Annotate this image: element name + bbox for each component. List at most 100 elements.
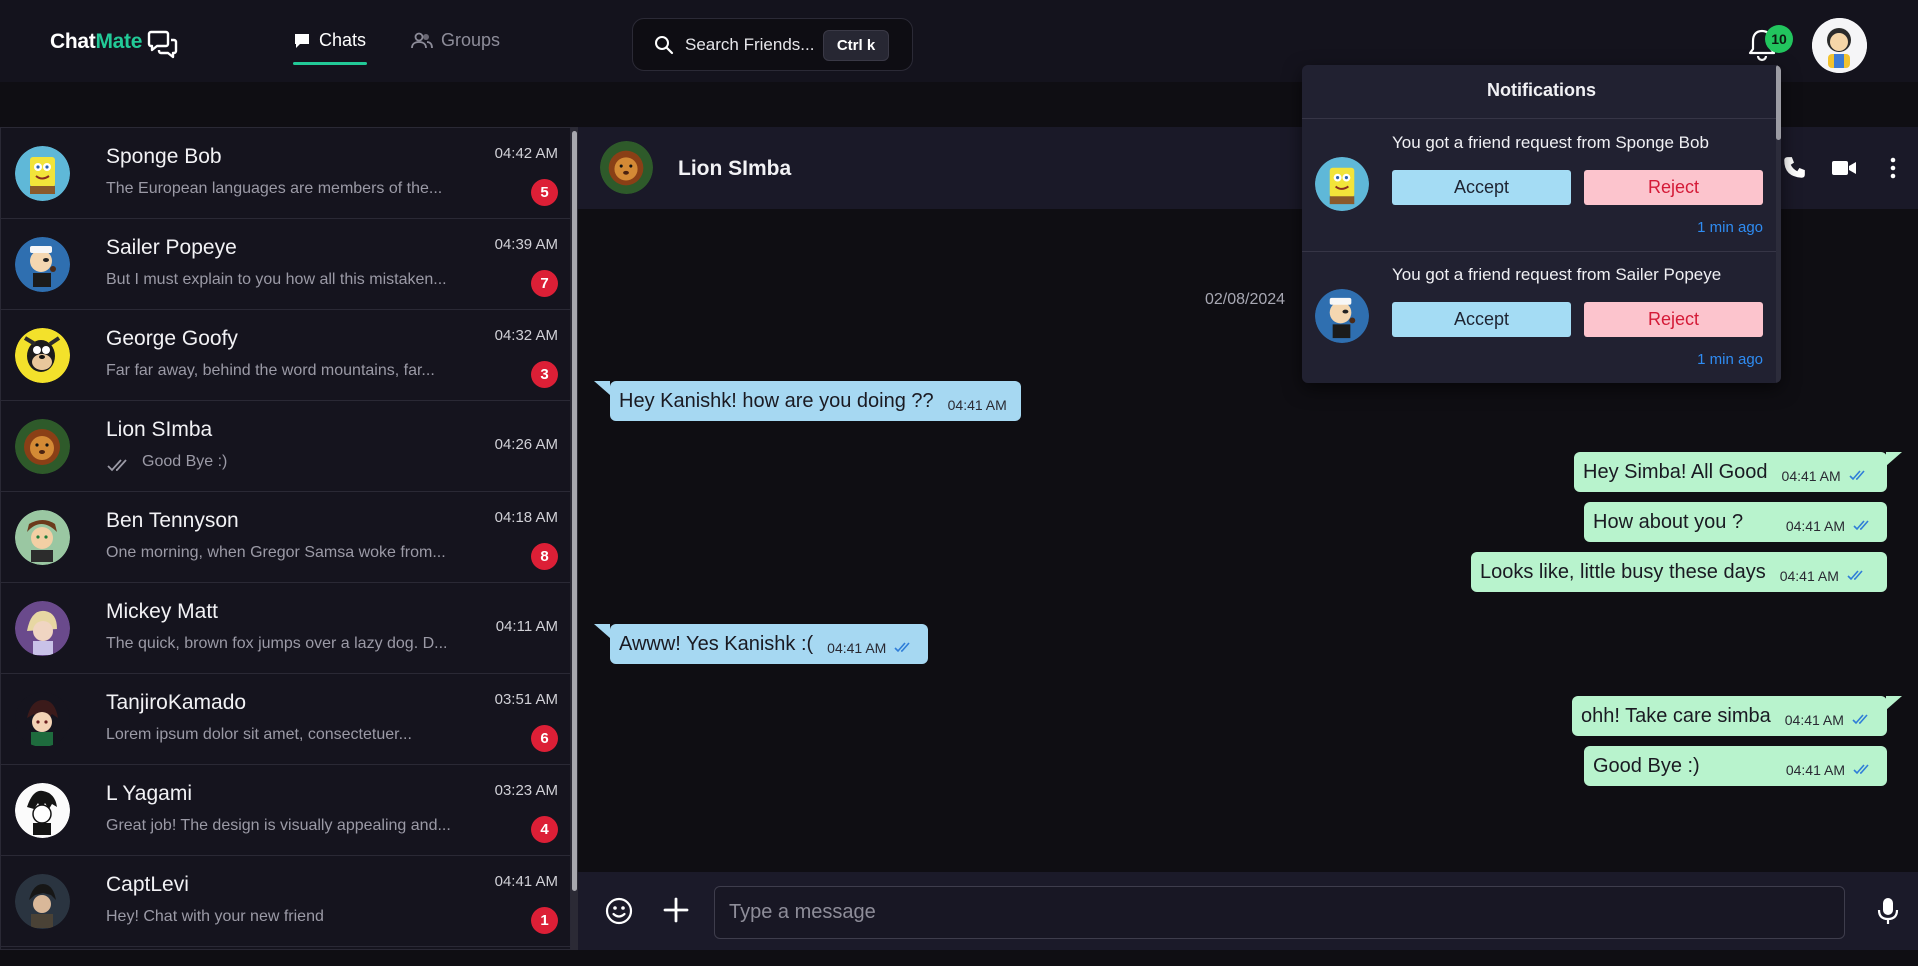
reject-button[interactable]: Reject	[1584, 170, 1763, 205]
chat-list-item[interactable]: Sponge Bob The European languages are me…	[1, 128, 572, 219]
contact-avatar	[15, 146, 70, 201]
notification-count-badge: 10	[1765, 25, 1793, 53]
unread-count-badge: 5	[531, 179, 558, 206]
plus-icon[interactable]	[662, 896, 690, 924]
microphone-icon[interactable]	[1876, 896, 1900, 926]
notification-item: You got a friend request from Sponge Bob…	[1302, 119, 1776, 249]
message-time: 04:41 AM	[947, 397, 1007, 413]
message-time: 04:41 AM	[1779, 568, 1839, 584]
message-time: 04:41 AM	[827, 640, 887, 656]
chat-list-item[interactable]: Ben Tennyson One morning, when Gregor Sa…	[1, 492, 572, 583]
contact-avatar	[15, 874, 70, 929]
page-footer-strip	[0, 950, 1918, 966]
message-input[interactable]	[714, 886, 1845, 939]
double-check-icon	[1852, 714, 1868, 725]
video-camera-icon[interactable]	[1831, 155, 1857, 181]
contact-avatar	[15, 419, 70, 474]
chat-list-item[interactable]: Sailer Popeye But I must explain to you …	[1, 219, 572, 310]
bubble-tail	[594, 624, 610, 638]
chat-list-scrollbar[interactable]	[571, 127, 578, 950]
contact-name: L Yagami	[106, 782, 192, 805]
outgoing-message: How about you ? 04:41 AM	[1584, 502, 1887, 542]
tab-chats[interactable]: Chats	[293, 30, 366, 51]
outgoing-message: Good Bye :) 04:41 AM	[1584, 746, 1887, 786]
last-message-time: 04:26 AM	[494, 436, 558, 453]
last-message-preview: The European languages are members of th…	[106, 180, 443, 197]
contact-avatar	[15, 237, 70, 292]
sender-avatar	[1315, 157, 1369, 211]
incoming-message: Awww! Yes Kanishk :(04:41 AM	[610, 624, 929, 664]
notification-text: You got a friend request from Sailer Pop…	[1392, 265, 1722, 284]
unread-count-badge: 6	[531, 725, 558, 752]
last-message-preview: Far far away, behind the word mountains,…	[106, 362, 435, 379]
unread-count-badge: 8	[531, 543, 558, 570]
contact-name: George Goofy	[106, 327, 238, 350]
reject-button[interactable]: Reject	[1584, 302, 1763, 337]
emoji-icon[interactable]	[604, 896, 634, 926]
bubble-tail	[594, 381, 610, 395]
contact-name: Ben Tennyson	[106, 509, 239, 532]
contact-name: Sponge Bob	[106, 145, 222, 168]
message-time: 04:41 AM	[1785, 762, 1845, 778]
chat-list-item[interactable]: Mickey Matt The quick, brown fox jumps o…	[1, 583, 572, 674]
contact-avatar	[15, 692, 70, 747]
contact-name: CaptLevi	[106, 873, 189, 896]
last-message-preview: Great job! The design is visually appeal…	[106, 817, 451, 834]
accept-button[interactable]: Accept	[1392, 302, 1571, 337]
message-time: 04:41 AM	[1785, 518, 1845, 534]
notification-time: 1 min ago	[1697, 351, 1763, 368]
last-message-time: 04:11 AM	[495, 618, 558, 635]
contact-avatar	[15, 783, 70, 838]
chat-list: Sponge Bob The European languages are me…	[0, 127, 572, 950]
double-check-icon	[1847, 570, 1863, 581]
notification-text: You got a friend request from Sponge Bob	[1392, 133, 1709, 152]
users-icon	[411, 32, 433, 48]
last-message-time: 03:51 AM	[494, 691, 558, 708]
app-logo[interactable]: ChatMate	[50, 30, 142, 54]
chat-list-item[interactable]: TanjiroKamado Lorem ipsum dolor sit amet…	[1, 674, 572, 765]
chat-list-item[interactable]: Lion SImba Good Bye :) 04:26 AM	[1, 401, 572, 492]
conversation-contact-name: Lion SImba	[678, 157, 792, 180]
double-check-icon	[894, 642, 910, 653]
search-friends-button[interactable]: Search Friends... Ctrl k	[632, 18, 913, 71]
date-separator: 02/08/2024	[1205, 291, 1286, 308]
unread-count-badge: 3	[531, 361, 558, 388]
contact-avatar[interactable]	[600, 141, 653, 194]
contact-avatar	[15, 328, 70, 383]
last-message-time: 04:32 AM	[494, 327, 558, 344]
message-composer	[578, 872, 1918, 950]
chat-bubble-icon	[295, 33, 309, 48]
accept-button[interactable]: Accept	[1392, 170, 1571, 205]
chat-list-item[interactable]: George Goofy Far far away, behind the wo…	[1, 310, 572, 401]
scrollbar-thumb[interactable]	[1776, 65, 1781, 140]
contact-name: Lion SImba	[106, 418, 213, 441]
chat-bubbles-icon	[147, 30, 178, 59]
chat-list-item[interactable]: CaptLevi Hey! Chat with your new friend …	[1, 856, 572, 947]
message-time: 04:41 AM	[1784, 712, 1844, 728]
search-icon	[655, 36, 674, 55]
search-label: Search Friends...	[685, 35, 815, 54]
scrollbar-thumb[interactable]	[572, 131, 577, 891]
tab-groups[interactable]: Groups	[411, 30, 500, 51]
notifications-title: Notifications	[1486, 80, 1596, 100]
contact-name: Sailer Popeye	[106, 236, 237, 259]
outgoing-message: Hey Simba! All Good 04:41 AM	[1574, 452, 1887, 492]
last-message-preview: Good Bye :)	[142, 453, 228, 470]
user-avatar[interactable]	[1812, 18, 1867, 73]
contact-name: TanjiroKamado	[106, 691, 247, 714]
last-message-preview: Lorem ipsum dolor sit amet, consectetuer…	[106, 726, 412, 743]
notifications-scrollbar[interactable]	[1776, 65, 1781, 383]
double-check-icon	[1853, 764, 1869, 775]
more-options-icon[interactable]	[1880, 155, 1906, 181]
message-time: 04:41 AM	[1781, 468, 1841, 484]
last-message-time: 04:18 AM	[494, 509, 558, 526]
outgoing-message: Looks like, little busy these days 04:41 …	[1471, 552, 1887, 592]
notification-item: You got a friend request from Sailer Pop…	[1302, 251, 1776, 381]
read-receipt-icon	[107, 459, 127, 472]
outgoing-message: ohh! Take care simba 04:41 AM	[1572, 696, 1887, 736]
keyboard-shortcut-badge: Ctrl k	[823, 30, 889, 61]
phone-icon[interactable]	[1781, 155, 1807, 181]
notification-time: 1 min ago	[1697, 219, 1763, 236]
unread-count-badge: 7	[531, 270, 558, 297]
chat-list-item[interactable]: L Yagami Great job! The design is visual…	[1, 765, 572, 856]
